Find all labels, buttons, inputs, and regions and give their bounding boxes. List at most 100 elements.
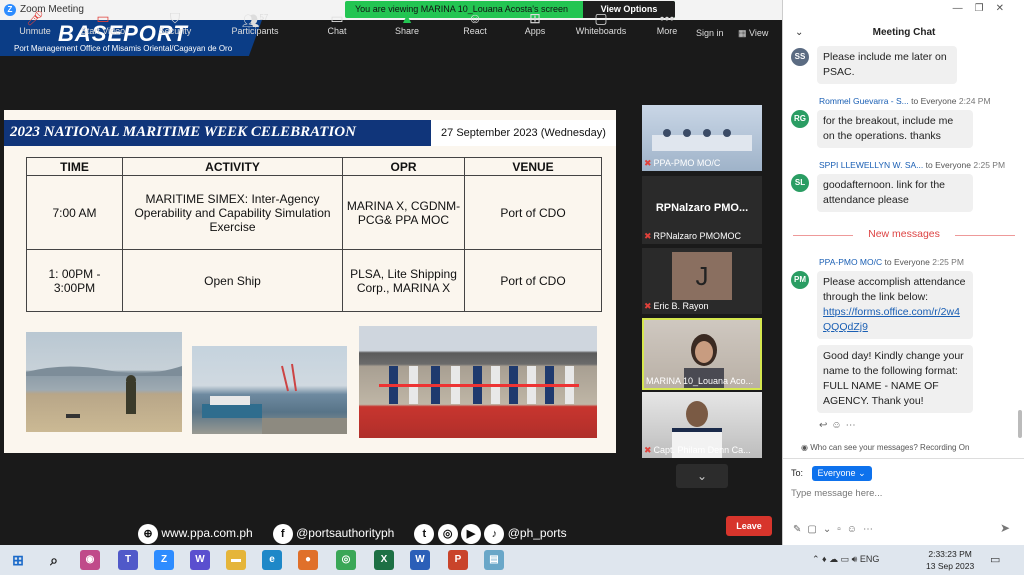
notification-icon[interactable]: ▭ xyxy=(990,553,1000,566)
divider xyxy=(783,458,1024,459)
zoom-icon[interactable]: Z xyxy=(154,550,174,570)
start-video-button[interactable]: ▭ Start Video xyxy=(68,10,138,36)
column-header: ACTIVITY xyxy=(122,157,343,176)
powerpoint-icon[interactable]: P xyxy=(448,550,468,570)
chevron-down-icon[interactable]: ⌄ xyxy=(676,464,728,488)
search-icon[interactable]: ⌕ xyxy=(44,550,64,570)
instagram-icon: ◎ xyxy=(437,524,458,544)
app-icon[interactable]: ▤ xyxy=(484,550,504,570)
message-text: goodafternoon. link for the attendance p… xyxy=(817,174,973,212)
teams-icon[interactable]: T xyxy=(118,550,138,570)
avatar: SL xyxy=(791,174,809,192)
chrome-icon[interactable]: ◎ xyxy=(336,550,356,570)
window-controls[interactable]: —❐✕ xyxy=(953,3,1016,14)
table-cell: 1: 00PM - 3:00PM xyxy=(26,249,123,312)
message-text: Please accomplish attendance through the… xyxy=(823,276,966,303)
avatar: SS xyxy=(791,48,809,66)
mic-muted-icon: ✖ xyxy=(644,158,652,168)
app-icon[interactable]: ◉ xyxy=(80,550,100,570)
table-row: 7:00 AM MARITIME SIMEX: Inter-Agency Ope… xyxy=(26,175,602,250)
message-text: Good day! Kindly change your name to the… xyxy=(817,345,973,413)
app-icon[interactable]: W xyxy=(190,550,210,570)
send-icon[interactable]: ➤ xyxy=(1000,521,1010,535)
participant-tile[interactable]: ✖ Capt. Philam Denn Ca... xyxy=(642,392,762,458)
view-label: View xyxy=(749,28,769,38)
apps-icon: ⊞ xyxy=(529,10,541,26)
ceremony-photo xyxy=(359,326,597,438)
chat-bubble-icon: ▭ xyxy=(330,10,344,26)
folder-icon[interactable]: ▬ xyxy=(226,550,246,570)
chat-message-input[interactable]: Type message here... xyxy=(791,488,1017,508)
baseport-subtitle: Port Management Office of Misamis Orient… xyxy=(14,44,233,53)
message-sender: PPA-PMO MO/C to Everyone 2:25 PM xyxy=(819,257,964,267)
youtube-icon: ▶ xyxy=(461,524,482,544)
chat-button[interactable]: ▭ Chat xyxy=(302,10,372,36)
shield-icon: ⛉ xyxy=(169,10,181,26)
participant-tile[interactable]: RPNalzaro PMO... ✖ RPNalzaro PMOMOC xyxy=(642,176,762,244)
participant-tile[interactable]: ✖ PPA-PMO MO/C xyxy=(642,105,762,171)
participant-name: ✖ Eric B. Rayon xyxy=(644,301,709,311)
more-button[interactable]: ••• More xyxy=(632,10,702,36)
participant-tile-active-speaker[interactable]: MARINA 10_Louana Aco... xyxy=(642,318,762,390)
windows-taskbar: ⊞ ⌕ ◉ T Z W ▬ e ● ◎ X W P ▤ ⌃ ♦ ☁ ▭ 🔊︎ E… xyxy=(0,545,1024,575)
participant-name: MARINA 10_Louana Aco... xyxy=(646,376,754,386)
leave-button[interactable]: Leave xyxy=(726,516,772,536)
word-icon[interactable]: W xyxy=(410,550,430,570)
twitter-icon: t xyxy=(414,524,435,544)
table-cell: MARITIME SIMEX: Inter-Agency Operability… xyxy=(122,175,343,250)
participant-tile[interactable]: J ✖ Eric B. Rayon xyxy=(642,248,762,314)
chat-title: Meeting Chat xyxy=(872,27,936,38)
new-messages-divider: New messages xyxy=(793,228,1015,240)
social-handle: @ph_ports xyxy=(507,526,567,541)
excel-icon[interactable]: X xyxy=(374,550,394,570)
message-actions[interactable]: ↩☺⋯ xyxy=(819,420,860,431)
unmute-button[interactable]: 🎤︎ Unmute xyxy=(0,10,70,36)
participant-avatar: J xyxy=(672,252,732,300)
ship-figure xyxy=(202,363,347,434)
message-text: for the breakout, include me on the oper… xyxy=(817,110,973,148)
firefox-icon[interactable]: ● xyxy=(298,550,318,570)
message-sender: Rommel Guevarra - S... to Everyone 2:24 … xyxy=(819,96,991,106)
clock[interactable]: 2:33:23 PM 13 Sep 2023 xyxy=(926,548,974,572)
recipient-dropdown[interactable]: Everyone ⌄ xyxy=(811,466,872,481)
whiteboards-button[interactable]: ▢ Whiteboards xyxy=(566,10,636,36)
column-header: VENUE xyxy=(464,157,602,176)
participant-name: ✖ RPNalzaro PMOMOC xyxy=(644,231,742,241)
ceremony-people xyxy=(379,366,579,404)
chat-format-tools[interactable]: ✎▢⌄▫☺⋯ xyxy=(793,524,879,535)
people-icon: 👥︎57 xyxy=(241,12,269,29)
slide-date: 27 September 2023 (Wednesday) xyxy=(431,120,616,146)
chat-scrollbar[interactable] xyxy=(1018,410,1022,438)
message-sender: SPPI LLEWELLYN W. SA... to Everyone 2:25… xyxy=(819,160,1006,170)
website-text: www.ppa.com.ph xyxy=(161,526,253,541)
participants-button[interactable]: 👥︎57 Participants xyxy=(220,10,290,36)
table-cell: MARINA X, CGDNM-PCG& PPA MOC xyxy=(342,175,465,250)
edge-icon[interactable]: e xyxy=(262,550,282,570)
table-cell: Port of CDO xyxy=(464,249,602,312)
facebook-handle: @portsauthorityph xyxy=(296,526,395,541)
system-tray[interactable]: ⌃ ♦ ☁ ▭ 🔊︎ ENG xyxy=(812,554,879,565)
chat-visibility-notice[interactable]: ◉ Who can see your messages? Recording O… xyxy=(801,443,969,452)
share-button[interactable]: ▲ Share xyxy=(372,10,442,36)
share-screen-icon: ▲ xyxy=(400,10,414,26)
video-off-icon: ▭ xyxy=(96,10,110,26)
participant-tile-label: RPNalzaro PMO... xyxy=(655,202,749,214)
column-header: TIME xyxy=(26,157,123,176)
mic-muted-icon: ✖ xyxy=(644,301,652,311)
shared-slide: 2023 NATIONAL MARITIME WEEK CELEBRATION … xyxy=(4,110,616,453)
apps-button[interactable]: ⊞ Apps xyxy=(500,10,570,36)
eye-icon: ◉ xyxy=(801,443,811,452)
drill-photo xyxy=(26,332,182,432)
table-header-row: TIME ACTIVITY OPR VENUE xyxy=(26,157,602,176)
tiktok-icon: ♪ xyxy=(484,524,505,544)
avatar: PM xyxy=(791,271,809,289)
security-button[interactable]: ⛉ Security xyxy=(140,10,210,36)
view-button[interactable]: ▦ View xyxy=(738,28,768,39)
table-row: 1: 00PM - 3:00PM Open Ship PLSA, Lite Sh… xyxy=(26,249,602,312)
windows-start-icon[interactable]: ⊞ xyxy=(8,550,28,570)
attendance-link[interactable]: https://forms.office.com/r/2w4QQQdZj9 xyxy=(823,305,967,335)
mic-muted-icon: ✖ xyxy=(644,445,652,455)
column-header: OPR xyxy=(342,157,465,176)
diver-figure xyxy=(26,366,182,418)
slide-title: 2023 NATIONAL MARITIME WEEK CELEBRATION xyxy=(10,124,356,140)
